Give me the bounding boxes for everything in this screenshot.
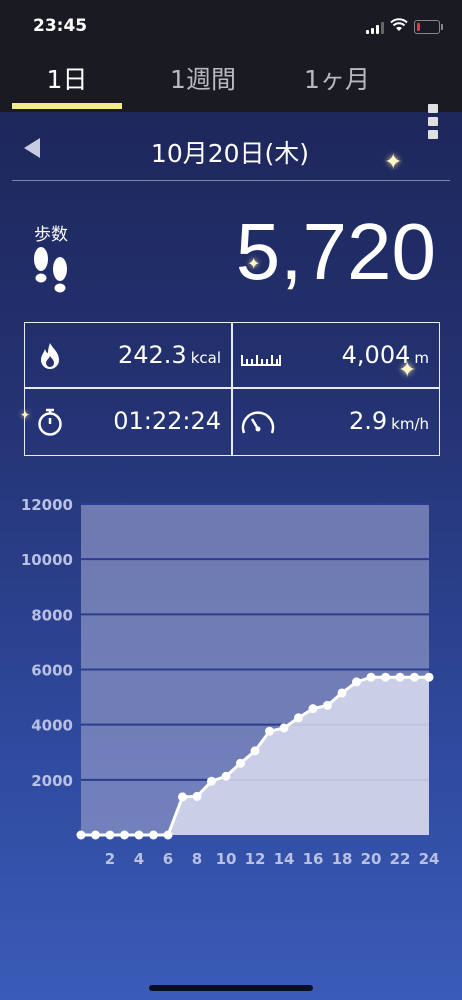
tab-day[interactable]: 1日 xyxy=(40,60,94,96)
y-tick-label: 6000 xyxy=(31,662,73,680)
speed-unit: km/h xyxy=(391,415,429,433)
current-date: 10月20日(木) xyxy=(150,139,310,168)
x-tick-label: 16 xyxy=(303,850,324,868)
tab-month[interactable]: 1ヶ月 xyxy=(296,60,378,96)
x-tick-label: 18 xyxy=(332,850,353,868)
y-tick-label: 10000 xyxy=(21,551,73,569)
y-tick-label: 4000 xyxy=(31,717,73,735)
data-point xyxy=(76,830,86,840)
sparkle-icon: ✦ xyxy=(398,358,417,383)
data-point xyxy=(352,677,361,687)
x-tick-label: 2 xyxy=(105,850,115,868)
data-point xyxy=(192,791,202,801)
sparkle-icon: ✦ xyxy=(247,254,261,273)
x-tick-label: 10 xyxy=(216,850,237,868)
data-point xyxy=(91,830,100,840)
duration-stat: 01:22:24 xyxy=(113,407,221,435)
status-time: 23:45 xyxy=(33,16,88,36)
sparkle-icon: ✦ xyxy=(384,150,403,175)
data-point xyxy=(410,672,419,682)
data-point xyxy=(120,830,129,840)
x-tick-label: 4 xyxy=(134,850,144,868)
speedometer-icon xyxy=(241,411,275,434)
y-tick-label: 2000 xyxy=(31,772,73,790)
status-bar: 23:45 xyxy=(0,0,462,50)
x-tick-label: 8 xyxy=(192,850,202,868)
stats-divider-horizontal xyxy=(25,387,439,389)
home-indicator xyxy=(149,985,313,991)
data-point xyxy=(105,830,115,840)
calories-value: 242.3 xyxy=(117,341,187,369)
data-point xyxy=(178,792,187,802)
x-tick-label: 14 xyxy=(274,850,295,868)
x-tick-label: 22 xyxy=(390,850,411,868)
x-tick-label: 20 xyxy=(361,850,382,868)
data-point xyxy=(366,672,376,682)
tab-week[interactable]: 1週間 xyxy=(160,60,246,96)
y-tick-label: 12000 xyxy=(21,496,73,514)
data-point xyxy=(308,704,318,714)
data-point xyxy=(381,672,390,682)
header-divider xyxy=(12,180,450,181)
stats-divider-vertical xyxy=(231,323,233,455)
wifi-icon xyxy=(390,18,408,31)
calories-unit: kcal xyxy=(190,349,221,367)
battery-icon xyxy=(414,20,443,34)
active-tab-underline xyxy=(12,103,122,109)
distance-unit: m xyxy=(414,349,429,367)
data-point xyxy=(294,713,303,723)
footprints-icon xyxy=(34,247,67,293)
duration-value: 01:22:24 xyxy=(113,407,221,435)
steps-chart-svg: 200040006000800010000120002 4 6 8 10 12 14 16 18… xyxy=(21,496,440,868)
data-point xyxy=(395,672,405,682)
steps-chart: 2000 4000 6000 8000 10000 12000 2 4 6 8 10 12 14 16 18… xyxy=(0,490,462,870)
data-point xyxy=(424,672,434,682)
stopwatch-icon xyxy=(38,408,62,436)
data-point xyxy=(221,771,231,781)
data-point xyxy=(265,726,274,736)
data-point xyxy=(236,758,245,768)
stats-grid: 242.3 kcal 4,004 m 01:22:24 2.9 km/h xyxy=(24,322,440,456)
x-tick-label: 12 xyxy=(245,850,266,868)
data-point xyxy=(149,830,158,840)
data-point xyxy=(207,776,216,786)
data-point xyxy=(337,688,347,698)
data-point xyxy=(250,746,260,756)
speed-stat: 2.9 km/h xyxy=(349,407,429,435)
speed-value: 2.9 xyxy=(348,407,388,435)
y-tick-label: 8000 xyxy=(31,606,73,624)
x-tick-label: 6 xyxy=(163,850,173,868)
data-point xyxy=(163,830,173,840)
signal-icon xyxy=(366,22,386,34)
sparkle-icon: ✦ xyxy=(20,408,31,422)
calories-stat: 242.3 kcal xyxy=(118,341,221,369)
data-point xyxy=(134,830,144,840)
steps-count: 5,720 xyxy=(235,207,436,296)
ruler-icon xyxy=(241,355,281,366)
flame-icon xyxy=(41,343,59,369)
data-point xyxy=(323,700,332,710)
x-tick-label: 24 xyxy=(419,850,440,868)
data-point xyxy=(279,723,289,733)
previous-day-arrow-icon[interactable] xyxy=(24,138,40,158)
